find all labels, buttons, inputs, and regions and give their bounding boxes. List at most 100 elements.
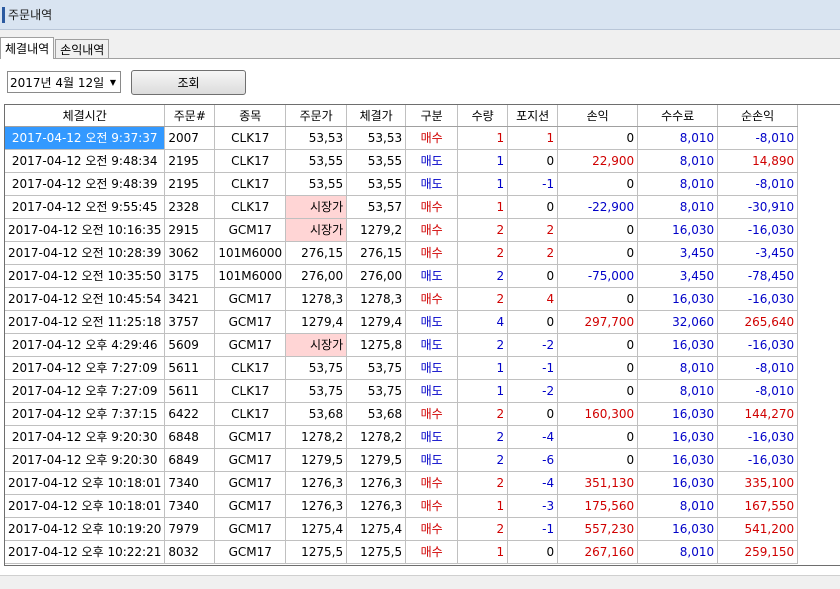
query-button[interactable]: 조회 [131,70,246,95]
net-pnl-cell: 265,640 [717,310,799,334]
qty-cell: 2 [457,517,509,541]
order-price-cell: 276,00 [285,264,348,288]
table-row[interactable]: 2017-04-12 오후 10:22:21 8032 GCM17 1275,5 127… [5,540,799,564]
table-row[interactable]: 2017-04-12 오후 9:20:30 6849 GCM17 1279,5 1279… [5,448,799,472]
table-row[interactable]: 2017-04-12 오전 9:55:45 2328 CLK17 시장가 53,57 매수… [5,195,799,219]
date-picker[interactable]: 2017년 4월 12일 ▼ [7,71,121,93]
exec-price-cell: 1276,3 [346,471,407,495]
item-cell: GCM17 [214,448,287,472]
chevron-down-icon[interactable]: ▼ [106,72,120,92]
table-row[interactable]: 2017-04-12 오전 11:25:18 3757 GCM17 1279,4 127… [5,310,799,334]
table-row[interactable]: 2017-04-12 오전 9:48:39 2195 CLK17 53,55 53,55… [5,172,799,196]
position-cell: -4 [507,471,559,495]
table-body: 2017-04-12 오전 9:37:37 2007 CLK17 53,53 53,53… [5,126,799,564]
table-row[interactable]: 2017-04-12 오전 9:48:34 2195 CLK17 53,55 53,55… [5,149,799,173]
order-no-cell: 5611 [164,379,216,403]
table-row[interactable]: 2017-04-12 오전 10:28:39 3062 101M6000 276,15… [5,241,799,265]
fee-cell: 8,010 [637,356,719,380]
col-item-header[interactable]: 종목 [214,105,287,127]
col-exec-time-header[interactable]: 체결시간 [5,105,166,127]
col-fee-header[interactable]: 수수료 [637,105,719,127]
execution-grid[interactable]: 체결시간 주문# 종목 주문가 체결가 구분 수량 포지션 손익 수수료 순손익 2017-04-1… [4,104,840,566]
table-row[interactable]: 2017-04-12 오후 10:19:20 7979 GCM17 1275,4 127… [5,517,799,541]
exec-price-cell: 276,00 [346,264,407,288]
table-row[interactable]: 2017-04-12 오전 10:35:50 3175 101M6000 276,00… [5,264,799,288]
side-cell: 매수 [405,126,459,150]
qty-cell: 2 [457,264,509,288]
qty-cell: 1 [457,195,509,219]
table-row[interactable]: 2017-04-12 오후 7:37:15 6422 CLK17 53,68 53,68… [5,402,799,426]
exec-time-cell: 2017-04-12 오전 10:28:39 [5,241,166,265]
position-cell: 0 [507,195,559,219]
exec-time-cell: 2017-04-12 오전 10:35:50 [5,264,166,288]
order-no-cell: 2195 [164,149,216,173]
pnl-cell: 297,700 [557,310,639,334]
fee-cell: 16,030 [637,448,719,472]
fee-cell: 16,030 [637,517,719,541]
net-pnl-cell: 335,100 [717,471,799,495]
fee-cell: 3,450 [637,264,719,288]
position-cell: 1 [507,126,559,150]
col-exec-price-header[interactable]: 체결가 [346,105,407,127]
exec-time-cell: 2017-04-12 오전 10:45:54 [5,287,166,311]
col-position-header[interactable]: 포지션 [507,105,559,127]
col-net-pnl-header[interactable]: 순손익 [717,105,799,127]
tab-profit-loss-history[interactable]: 손익내역 [55,39,110,59]
side-cell: 매수 [405,402,459,426]
fee-cell: 32,060 [637,310,719,334]
col-qty-header[interactable]: 수량 [457,105,509,127]
exec-price-cell: 1276,3 [346,494,407,518]
order-price-cell: 1278,3 [285,287,348,311]
order-price-cell: 시장가 [285,333,348,357]
position-cell: 2 [507,241,559,265]
exec-price-cell: 53,75 [346,379,407,403]
window-icon [2,6,5,23]
tab-execution-history[interactable]: 체결내역 [0,37,55,59]
order-price-cell: 53,75 [285,356,348,380]
col-order-price-header[interactable]: 주문가 [285,105,348,127]
order-no-cell: 2007 [164,126,216,150]
position-cell: -4 [507,425,559,449]
table-row[interactable]: 2017-04-12 오후 4:29:46 5609 GCM17 시장가 1275,8 매… [5,333,799,357]
exec-price-cell: 1275,5 [346,540,407,564]
fee-cell: 16,030 [637,333,719,357]
table-row[interactable]: 2017-04-12 오전 10:45:54 3421 GCM17 1278,3 127… [5,287,799,311]
side-cell: 매도 [405,356,459,380]
net-pnl-cell: -8,010 [717,126,799,150]
net-pnl-cell: -16,030 [717,287,799,311]
col-order-no-header[interactable]: 주문# [164,105,216,127]
item-cell: CLK17 [214,195,287,219]
order-price-cell: 시장가 [285,195,348,219]
item-cell: GCM17 [214,218,287,242]
item-cell: CLK17 [214,356,287,380]
table-row[interactable]: 2017-04-12 오후 10:18:01 7340 GCM17 1276,3 127… [5,494,799,518]
order-no-cell: 6849 [164,448,216,472]
fee-cell: 8,010 [637,540,719,564]
item-cell: GCM17 [214,494,287,518]
order-price-cell: 1275,4 [285,517,348,541]
table-row[interactable]: 2017-04-12 오후 9:20:30 6848 GCM17 1278,2 1278… [5,425,799,449]
qty-cell: 1 [457,540,509,564]
table-row[interactable]: 2017-04-12 오후 7:27:09 5611 CLK17 53,75 53,75… [5,356,799,380]
col-pnl-header[interactable]: 손익 [557,105,639,127]
table-row[interactable]: 2017-04-12 오후 10:18:01 7340 GCM17 1276,3 127… [5,471,799,495]
fee-cell: 16,030 [637,287,719,311]
col-side-header[interactable]: 구분 [405,105,459,127]
status-bar [0,575,840,589]
exec-time-cell: 2017-04-12 오후 9:20:30 [5,425,166,449]
position-cell: 0 [507,402,559,426]
net-pnl-cell: 541,200 [717,517,799,541]
order-no-cell: 3175 [164,264,216,288]
order-price-cell: 53,75 [285,379,348,403]
side-cell: 매도 [405,425,459,449]
table-row[interactable]: 2017-04-12 오전 10:16:35 2915 GCM17 시장가 1279,2… [5,218,799,242]
table-row[interactable]: 2017-04-12 오전 9:37:37 2007 CLK17 53,53 53,53… [5,126,799,150]
pnl-cell: 0 [557,425,639,449]
fee-cell: 8,010 [637,172,719,196]
exec-time-cell: 2017-04-12 오전 9:55:45 [5,195,166,219]
pnl-cell: 351,130 [557,471,639,495]
net-pnl-cell: 259,150 [717,540,799,564]
table-row[interactable]: 2017-04-12 오후 7:27:09 5611 CLK17 53,75 53,75… [5,379,799,403]
tab-strip: 체결내역 손익내역 [0,37,110,59]
fee-cell: 8,010 [637,149,719,173]
